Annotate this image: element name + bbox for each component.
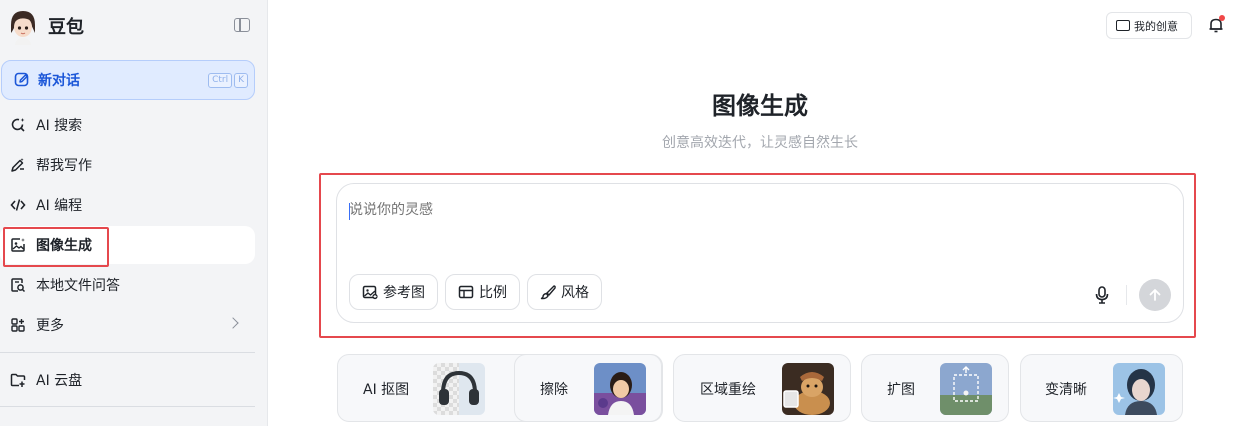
image-icon <box>362 285 378 300</box>
sidebar: 豆包 新对话 Ctrl K AI 搜索 帮我写作 AI 编程 图像生成 本地文件… <box>0 0 268 426</box>
landscape-thumbnail <box>940 363 992 415</box>
chevron-right-icon <box>227 317 239 329</box>
my-creations-label: 我的创意 <box>1134 19 1178 33</box>
search-sparkle-icon <box>11 118 25 132</box>
style-button[interactable]: 风格 <box>527 274 602 310</box>
chip-label: 参考图 <box>383 285 425 301</box>
dog-thumbnail <box>782 363 834 415</box>
brand-name: 豆包 <box>48 17 84 38</box>
sidebar-item-coding[interactable]: AI 编程 <box>0 186 255 224</box>
new-chat-label: 新对话 <box>38 73 80 89</box>
grid-icon <box>11 318 25 332</box>
ratio-button[interactable]: 比例 <box>445 274 520 310</box>
sidebar-item-more[interactable]: 更多 <box>0 306 255 344</box>
tool-label: 扩图 <box>887 382 915 398</box>
tool-card-expand[interactable]: 扩图 <box>861 354 1009 422</box>
sidebar-item-label: AI 云盘 <box>36 373 83 389</box>
new-chat-button[interactable]: 新对话 Ctrl K <box>1 60 255 100</box>
file-search-icon <box>11 278 26 293</box>
chip-label: 风格 <box>561 285 589 301</box>
code-icon <box>10 199 26 211</box>
folder-icon <box>1116 20 1130 31</box>
divider <box>0 352 255 353</box>
ratio-icon <box>458 285 474 299</box>
brand[interactable]: 豆包 <box>8 7 84 45</box>
shortcut-hint: Ctrl K <box>208 73 248 88</box>
sidebar-item-writing[interactable]: 帮我写作 <box>0 146 255 184</box>
tool-label: 变清晰 <box>1045 382 1087 398</box>
divider <box>0 406 255 407</box>
prompt-card: 参考图 比例 风格 <box>336 183 1184 323</box>
notification-dot <box>1219 15 1225 21</box>
annotation-highlight <box>3 227 109 267</box>
sidebar-item-label: 更多 <box>36 318 64 334</box>
reference-image-button[interactable]: 参考图 <box>349 274 438 310</box>
send-button[interactable] <box>1139 279 1171 311</box>
sidebar-item-label: 帮我写作 <box>36 158 92 174</box>
tool-card-erase[interactable]: 擦除 <box>514 354 662 422</box>
text-caret <box>349 203 350 220</box>
page-title: 图像生成 <box>712 92 808 120</box>
tool-label: AI 抠图 <box>363 382 410 398</box>
prompt-input[interactable] <box>349 202 1049 218</box>
microphone-icon[interactable] <box>1095 286 1109 304</box>
cloud-folder-icon <box>10 373 26 387</box>
chip-label: 比例 <box>479 285 507 301</box>
brush-icon <box>540 285 556 300</box>
girl-portrait-thumbnail <box>594 363 646 415</box>
kbd-ctrl: Ctrl <box>208 73 233 88</box>
edit-icon <box>14 72 29 87</box>
sidebar-item-label: 本地文件问答 <box>36 278 120 294</box>
tool-card-inpaint[interactable]: 区域重绘 <box>673 354 851 422</box>
sidebar-item-ai-search[interactable]: AI 搜索 <box>0 106 255 144</box>
pen-icon <box>11 158 24 172</box>
tool-label: 区域重绘 <box>700 382 756 398</box>
sidebar-item-cloud[interactable]: AI 云盘 <box>0 361 255 399</box>
sidebar-item-local-files[interactable]: 本地文件问答 <box>0 266 255 304</box>
tool-label: 擦除 <box>540 382 568 398</box>
divider <box>1126 285 1127 305</box>
arrow-up-icon <box>1149 289 1161 301</box>
portrait-thumbnail <box>1113 363 1165 415</box>
page-subtitle: 创意高效迭代，让灵感自然生长 <box>662 135 858 151</box>
tool-card-sharpen[interactable]: 变清晰 <box>1020 354 1183 422</box>
avatar <box>8 9 38 45</box>
sidebar-toggle-icon[interactable] <box>234 18 250 32</box>
my-creations-button[interactable]: 我的创意 <box>1106 12 1192 39</box>
kbd-k: K <box>234 73 248 88</box>
headphones-thumbnail <box>433 363 485 415</box>
sidebar-item-label: AI 编程 <box>36 198 83 214</box>
sidebar-item-label: AI 搜索 <box>36 118 83 134</box>
